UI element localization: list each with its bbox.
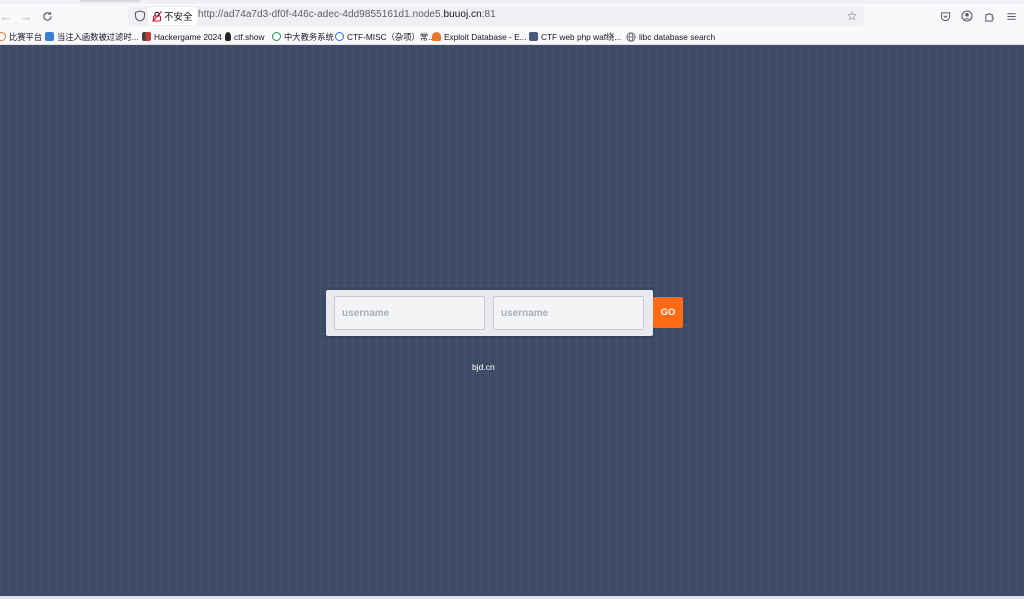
extensions-icon[interactable] <box>981 8 997 24</box>
exploitdb-icon <box>432 32 441 41</box>
active-tab-edge[interactable] <box>80 0 140 2</box>
bookmark-item[interactable]: ctf.show <box>225 30 264 43</box>
bookmark-label: 中大教务系统 <box>284 31 334 42</box>
bookmark-label: Hackergame 2024 <box>154 31 222 42</box>
account-icon[interactable] <box>959 8 975 24</box>
hackergame-icon <box>142 32 151 41</box>
username-input[interactable] <box>334 296 485 330</box>
security-label: 不安全 <box>164 12 193 23</box>
hamburger-glyph <box>1006 12 1016 20</box>
puzzle-glyph <box>984 12 994 22</box>
sysu-icon <box>272 32 281 41</box>
bookmark-item[interactable]: 中大教务系统 <box>272 30 334 43</box>
back-icon[interactable]: ← <box>0 6 16 26</box>
bookmark-item[interactable]: 当注入函数被过滤时... <box>45 30 139 43</box>
bookmark-star-icon[interactable]: ☆ <box>844 8 860 24</box>
ctf-misc-icon <box>335 32 344 41</box>
bookmark-item[interactable]: CTF web php waf绕... <box>529 30 621 43</box>
footer-text: bjd.cn <box>472 362 495 372</box>
bookmark-item[interactable]: Exploit Database - E... <box>432 30 527 43</box>
url-text[interactable]: http://ad74a7d3-df0f-446c-adec-4dd985516… <box>198 9 496 20</box>
platform-icon <box>0 32 6 41</box>
bookmarks-toolbar: 比赛平台 当注入函数被过滤时... Hackergame 2024 ctf.sh… <box>0 28 1024 45</box>
bookmark-label: 当注入函数被过滤时... <box>57 31 139 42</box>
url-bar[interactable]: 不安全 http://ad74a7d3-df0f-446c-adec-4dd98… <box>128 6 864 26</box>
url-subdomain: ad74a7d3-df0f-446c-adec-4dd9855161d1.nod… <box>223 9 444 20</box>
bookmark-label: 比赛平台 <box>9 31 43 42</box>
bookmark-item[interactable]: CTF-MISC（杂项）常... <box>335 30 435 43</box>
bookmark-label: CTF-MISC（杂项）常... <box>347 31 436 42</box>
reload-glyph <box>42 11 52 21</box>
globe-icon <box>626 31 636 42</box>
csdn-icon <box>45 32 54 41</box>
bookmark-item[interactable]: Hackergame 2024 <box>142 30 222 43</box>
reload-icon[interactable] <box>37 6 57 26</box>
bookmark-label: libc database search <box>639 31 716 42</box>
ctf-web-icon <box>529 32 538 41</box>
pocket-icon[interactable] <box>937 8 953 24</box>
url-prefix: http:// <box>198 9 224 20</box>
pocket-glyph <box>940 11 950 21</box>
second-username-input[interactable] <box>493 296 644 330</box>
bookmark-item[interactable]: libc database search <box>626 30 715 43</box>
bookmark-label: Exploit Database - E... <box>444 31 527 42</box>
url-port: :81 <box>481 9 496 20</box>
bookmark-label: ctf.show <box>234 31 265 42</box>
url-host: buuoj.cn <box>443 9 482 20</box>
insecure-lock-icon <box>152 10 162 22</box>
tracking-shield-icon[interactable] <box>134 10 146 22</box>
login-form <box>326 290 653 336</box>
go-button[interactable]: GO <box>653 297 683 328</box>
ctfshow-icon <box>225 32 231 41</box>
account-glyph <box>961 10 973 22</box>
menu-icon[interactable] <box>1003 8 1019 24</box>
bookmark-label: CTF web php waf绕... <box>541 31 622 42</box>
forward-icon[interactable]: → <box>16 6 36 26</box>
navigation-toolbar: ← → 不安全 http://ad74a7d3-df0f-446c-adec-4… <box>0 4 1024 28</box>
site-identity-button[interactable]: 不安全 <box>148 7 197 25</box>
bookmark-item[interactable]: 比赛平台 <box>0 30 42 43</box>
